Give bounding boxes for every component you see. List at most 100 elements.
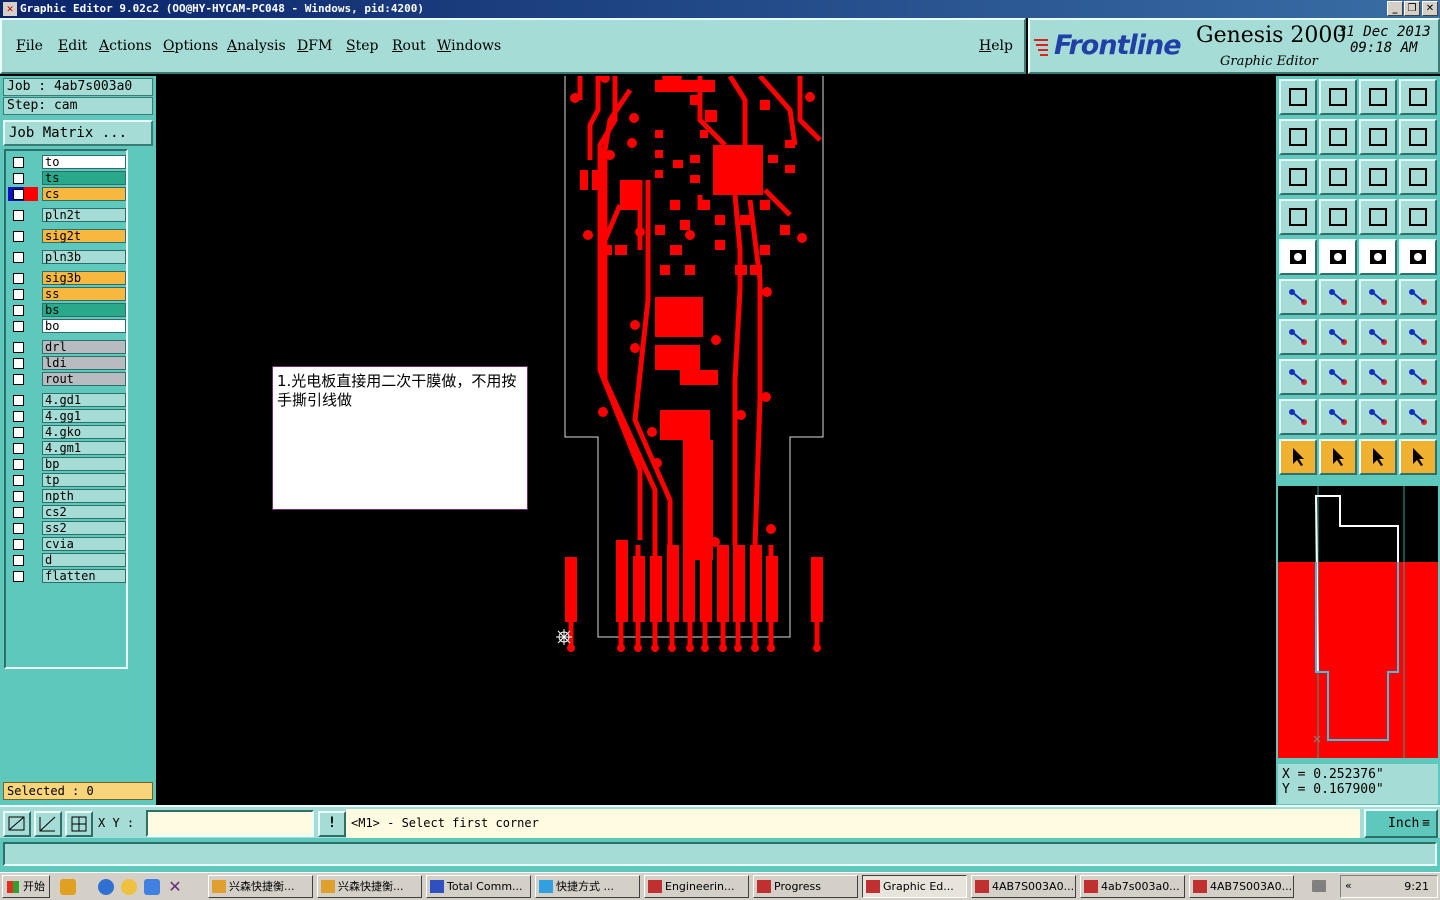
taskbar-task[interactable]: 4AB7S003A0... [971,875,1076,898]
snap-button[interactable] [65,811,93,837]
overview-map[interactable] [1278,486,1438,758]
layer-row[interactable]: flatten [8,569,126,583]
layer-checkbox[interactable] [8,287,38,301]
layer-checkbox[interactable] [8,441,38,455]
taskbar-task[interactable]: Graphic Ed... [862,875,967,898]
layer-row[interactable]: ss [8,287,126,301]
layer-name[interactable]: npth [42,489,126,503]
menu-options[interactable]: Options [163,38,218,54]
cross-button[interactable] [1319,279,1357,315]
swap-button[interactable] [1399,119,1437,155]
layer-checkbox[interactable] [8,505,38,519]
close-x-icon[interactable]: ✕ [167,879,183,895]
dot-button[interactable] [1399,239,1437,275]
layer-row[interactable]: rout [8,372,126,386]
note-box[interactable]: 1.光电板直接用二次干膜做，不用按手撕引线做 [272,366,528,510]
layer-checkbox[interactable] [8,155,38,169]
line-tool-button[interactable] [1359,279,1397,315]
layer-row[interactable]: sig3b [8,271,126,285]
menu-edit[interactable]: Edit [58,38,87,54]
layer-row[interactable]: d [8,553,126,567]
window-button[interactable] [1399,79,1437,115]
layer-name[interactable]: 4.gko [42,425,126,439]
tray-expand-icon[interactable]: « [1345,879,1352,892]
save-button[interactable] [1319,79,1357,115]
circle-group-button[interactable] [1399,359,1437,395]
triangle-button[interactable] [1279,399,1317,435]
layer-checkbox[interactable] [8,271,38,285]
triangle4-button[interactable] [1399,399,1437,435]
measure-button[interactable] [1359,359,1397,395]
layer-row[interactable]: cvia [8,537,126,551]
layer-name[interactable]: cs2 [42,505,126,519]
menu-file[interactable]: File [16,38,43,54]
layer-name[interactable]: sig3b [42,271,126,285]
taskbar-task[interactable]: Engineerin... [644,875,749,898]
drc2-button[interactable] [1399,199,1437,235]
close-button[interactable]: ✕ [1422,1,1438,16]
measure-button[interactable] [34,811,62,837]
taskbar-task[interactable]: 兴森快捷衡... [208,875,313,898]
menu-step[interactable]: Step [346,38,378,54]
menu-rout[interactable]: Rout [392,38,426,54]
triangle2-button[interactable] [1319,399,1357,435]
warning-button[interactable]: ! [318,811,346,837]
layer-name[interactable]: 4.gg1 [42,409,126,423]
diagonal-button[interactable] [1319,319,1357,355]
layer-checkbox[interactable] [8,489,38,503]
shape-button[interactable] [1319,239,1357,275]
layer-row[interactable]: 4.gd1 [8,393,126,407]
layer-name[interactable]: ldi [42,356,126,370]
layer-name[interactable]: rout [42,372,126,386]
layer-name[interactable]: pln3b [42,250,126,264]
layer-checkbox[interactable] [8,356,38,370]
layer-checkbox[interactable] [8,569,38,583]
layer-row[interactable]: drl [8,340,126,354]
layer-row[interactable]: bs [8,303,126,317]
layer-checkbox[interactable] [8,340,38,354]
move-button[interactable] [1279,359,1317,395]
taskbar-task[interactable]: Total Comm... [426,875,531,898]
layer-row[interactable]: 4.gko [8,425,126,439]
home-button[interactable] [1359,79,1397,115]
layer-row[interactable]: bp [8,457,126,471]
zoom-center-button[interactable] [1319,159,1357,195]
menu-actions[interactable]: Actions [99,38,152,54]
layer-checkbox[interactable] [8,229,38,243]
menu-analysis[interactable]: Analysis [227,38,286,54]
layer-checkbox[interactable] [8,187,38,201]
grid-button[interactable] [1319,199,1357,235]
drc-button[interactable] [1359,199,1397,235]
select-button[interactable] [1319,439,1357,475]
layer-name[interactable]: bs [42,303,126,317]
trim-button[interactable] [1319,359,1357,395]
layer-checkbox[interactable] [8,171,38,185]
arc-button[interactable] [1359,319,1397,355]
job-matrix-button[interactable]: Job Matrix ... [3,120,153,146]
start-button[interactable]: 开始 [2,875,50,898]
taskbar-task[interactable]: 4ab7s003a0... [1080,875,1185,898]
layer-name[interactable]: d [42,553,126,567]
scale-button[interactable] [1359,159,1397,195]
layer-name[interactable]: bp [42,457,126,471]
layer-row[interactable]: pln3b [8,250,126,264]
layer-name[interactable]: cs [42,187,126,201]
layer-row[interactable]: to [8,155,126,169]
layer-row[interactable]: 4.gm1 [8,441,126,455]
flip-button[interactable] [1359,119,1397,155]
clock-app-icon[interactable] [121,879,137,895]
layer-row[interactable]: pln2t [8,208,126,222]
layer-name[interactable]: pln2t [42,208,126,222]
ruler-button[interactable] [1359,239,1397,275]
align-button[interactable] [1399,319,1437,355]
pad-button[interactable] [1279,239,1317,275]
node-button[interactable] [1279,279,1317,315]
layer-row[interactable]: ss2 [8,521,126,535]
menu-dfm[interactable]: DFM [297,38,332,54]
unit-selector[interactable]: Inch ≡ [1364,809,1438,838]
quicklaunch-icon[interactable] [60,879,76,895]
layer-name[interactable]: 4.gd1 [42,393,126,407]
minimize-button[interactable]: _ [1387,1,1403,16]
menu-windows[interactable]: Windows [437,38,501,54]
layer-checkbox[interactable] [8,393,38,407]
